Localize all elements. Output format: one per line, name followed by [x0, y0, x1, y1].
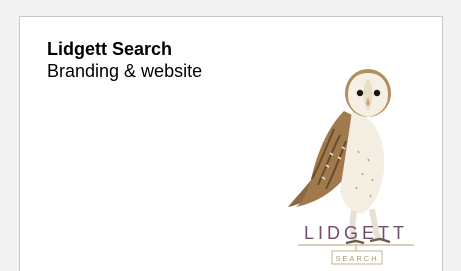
portfolio-card[interactable]: Lidgett Search Branding & website LIDGET…	[19, 16, 443, 271]
lidgett-logo: LIDGETT SEARCH	[288, 69, 414, 265]
owl-icon	[288, 69, 391, 245]
project-subtitle: Branding & website	[47, 61, 203, 81]
logo-wordmark: LIDGETT	[304, 223, 408, 243]
logo-rule	[298, 244, 414, 251]
project-title: Lidgett Search	[47, 39, 173, 59]
logo-tagline: SEARCH	[335, 254, 378, 263]
